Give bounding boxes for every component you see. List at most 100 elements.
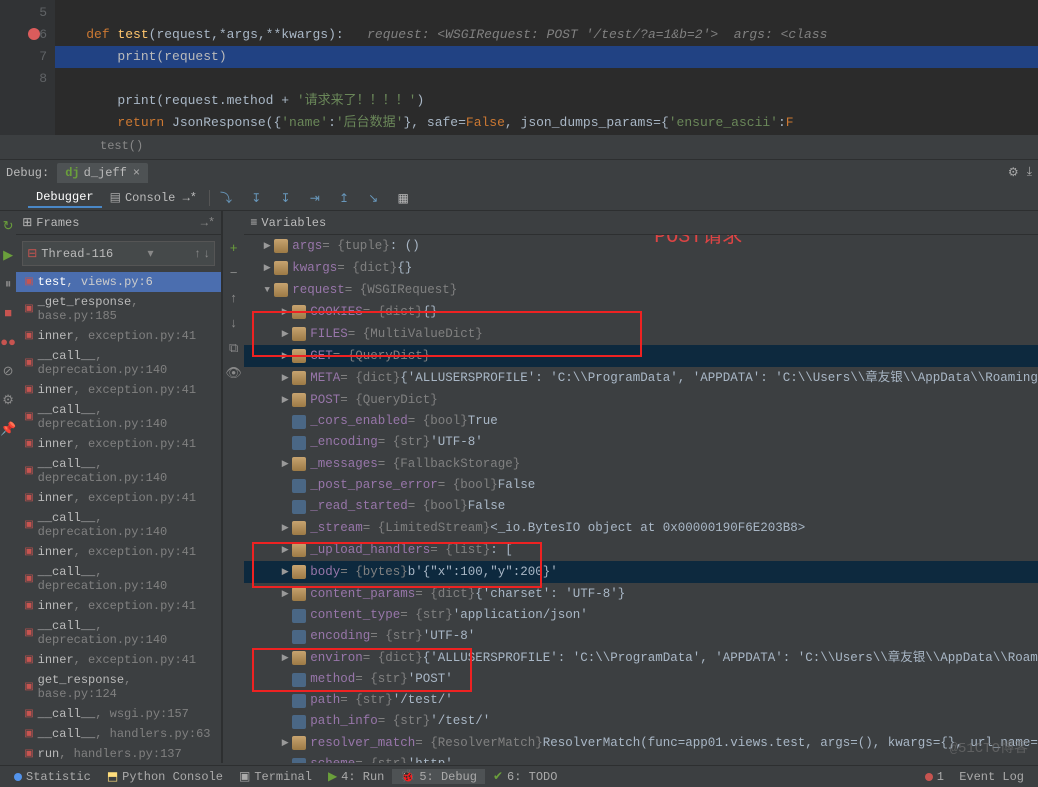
frame-item[interactable]: ▣__call__, deprecation.py:140 [16,562,221,596]
expand-icon[interactable] [278,323,292,345]
variable-row[interactable]: _post_parse_error = {bool} False [244,475,1038,496]
debug-config-tab[interactable]: djd_jeff× [57,163,148,183]
frame-item[interactable]: ▣__call__, deprecation.py:140 [16,508,221,542]
debug-tool[interactable]: 🐞5: Debug [392,769,485,784]
event-log[interactable]: 1 Event Log [917,770,1032,784]
duplicate-icon[interactable]: ⧉ [229,341,238,356]
expand-icon[interactable] [278,453,292,475]
frame-item[interactable]: ▣inner, exception.py:41 [16,326,221,346]
variable-row[interactable]: method = {str} 'POST' [244,669,1038,690]
variable-row[interactable]: request = {WSGIRequest} [244,279,1038,301]
frame-item[interactable]: ▣run, handlers.py:137 [16,744,221,763]
step-over-icon[interactable]: ⤵ [220,192,232,206]
frame-item[interactable]: ▣inner, exception.py:41 [16,596,221,616]
evaluate-icon[interactable]: ▦ [398,192,409,206]
expand-icon[interactable] [278,732,292,754]
variable-row[interactable]: encoding = {str} 'UTF-8' [244,626,1038,647]
variable-row[interactable]: FILES = {MultiValueDict} [244,323,1038,345]
frame-item[interactable]: ▣inner, exception.py:41 [16,488,221,508]
pin-icon-2[interactable]: 📌 [0,422,16,437]
variable-row[interactable]: _read_started = {bool} False [244,496,1038,517]
pin-icon[interactable]: ⤓ [1027,165,1032,180]
expand-icon[interactable] [260,257,274,279]
run-tool[interactable]: ▶4: Run [320,769,392,784]
expand-icon[interactable] [278,539,292,561]
variable-row[interactable]: environ = {dict} {'ALLUSERSPROFILE': 'C:… [244,647,1038,669]
mute-breakpoints-icon[interactable]: ⊘ [3,364,14,379]
frame-item[interactable]: ▣inner, exception.py:41 [16,434,221,454]
show-watches-icon[interactable]: 👁 [225,366,242,381]
variable-row[interactable]: path = {str} '/test/' [244,690,1038,711]
frame-item[interactable]: ▣inner, exception.py:41 [16,380,221,400]
variable-row[interactable]: GET = {QueryDict} [244,345,1038,367]
down-icon[interactable]: ↓ [230,316,238,331]
statistic-tool[interactable]: Statistic [6,770,99,784]
frame-item[interactable]: ▣__call__, deprecation.py:140 [16,346,221,380]
frame-item[interactable]: ▣__call__, handlers.py:63 [16,724,221,744]
variable-row[interactable]: kwargs = {dict} {} [244,257,1038,279]
variable-row[interactable]: META = {dict} {'ALLUSERSPROFILE': 'C:\\P… [244,367,1038,389]
expand-icon[interactable] [278,561,292,583]
thread-selector[interactable]: ⊟Thread-116 ▾ ↑↓ [22,241,215,266]
variable-row[interactable]: _stream = {LimitedStream} <_io.BytesIO o… [244,517,1038,539]
prev-frame-icon[interactable]: ↑ [194,247,201,261]
force-step-icon[interactable]: ⇥ [310,192,320,206]
expand-icon[interactable] [278,389,292,411]
close-icon[interactable]: × [133,166,140,180]
expand-icon[interactable] [260,279,274,301]
step-into-my-icon[interactable]: ↧ [280,192,290,206]
breakpoint-icon[interactable] [28,28,40,40]
variable-row[interactable]: _encoding = {str} 'UTF-8' [244,432,1038,453]
console-tab[interactable]: ▤Console →* [102,188,205,207]
variable-row[interactable]: resolver_match = {ResolverMatch} Resolve… [244,732,1038,754]
expand-icon[interactable] [278,517,292,539]
step-out-icon[interactable]: ↥ [339,192,349,206]
variable-row[interactable]: _cors_enabled = {bool} True [244,411,1038,432]
frame-list[interactable]: ▣test, views.py:6▣_get_response, base.py… [16,272,221,763]
variable-row[interactable]: body = {bytes} b'{"x":100,"y":200}' [244,561,1038,583]
frame-item[interactable]: ▣__call__, deprecation.py:140 [16,454,221,488]
expand-icon[interactable] [278,647,292,669]
variables-tree[interactable]: POST请求 args = {tuple} : ()kwargs = {dict… [244,235,1038,763]
variable-row[interactable]: path_info = {str} '/test/' [244,711,1038,732]
todo-tool[interactable]: ✔6: TODO [485,769,565,784]
variable-row[interactable]: COOKIES = {dict} {} [244,301,1038,323]
variable-row[interactable]: args = {tuple} : () [244,235,1038,257]
expand-icon[interactable] [278,583,292,605]
variable-row[interactable]: content_type = {str} 'application/json' [244,605,1038,626]
pause-icon[interactable]: ⏸ [5,277,12,292]
add-watch-icon[interactable]: + [230,241,238,256]
frames-menu-icon[interactable]: →* [201,216,215,230]
gear-icon[interactable]: ⚙ [1008,165,1019,180]
frame-item[interactable]: ▣__call__, deprecation.py:140 [16,400,221,434]
frame-item[interactable]: ▣inner, exception.py:41 [16,650,221,670]
terminal-tool[interactable]: ▣Terminal [231,769,320,784]
frame-item[interactable]: ▣__call__, wsgi.py:157 [16,704,221,724]
resume-icon[interactable]: ▶ [3,248,13,263]
variable-row[interactable]: POST = {QueryDict} [244,389,1038,411]
expand-icon[interactable] [278,345,292,367]
next-frame-icon[interactable]: ↓ [203,247,210,261]
python-console-tool[interactable]: ⬒Python Console [99,769,231,784]
frame-item[interactable]: ▣get_response, base.py:124 [16,670,221,704]
code-area[interactable]: def test(request,*args,**kwargs): reques… [55,0,1038,135]
run-to-cursor-icon[interactable]: ↘ [368,192,378,206]
variable-row[interactable]: _upload_handlers = {list} : [ [244,539,1038,561]
expand-icon[interactable] [260,235,274,257]
settings-icon[interactable]: ⚙ [2,393,14,408]
step-into-icon[interactable]: ↧ [251,192,261,206]
variable-row[interactable]: scheme = {str} 'http' [244,754,1038,763]
variable-row[interactable]: _messages = {FallbackStorage} [244,453,1038,475]
variable-row[interactable]: content_params = {dict} {'charset': 'UTF… [244,583,1038,605]
remove-watch-icon[interactable]: − [230,266,238,281]
frame-item[interactable]: ▣_get_response, base.py:185 [16,292,221,326]
stop-icon[interactable]: ■ [4,306,12,321]
view-breakpoints-icon[interactable]: ●● [0,335,16,350]
rerun-icon[interactable]: ↻ [3,219,14,234]
debugger-tab[interactable]: Debugger [28,188,102,208]
expand-icon[interactable] [278,301,292,323]
frame-item[interactable]: ▣test, views.py:6 [16,272,221,292]
up-icon[interactable]: ↑ [230,291,238,306]
expand-icon[interactable] [278,367,292,389]
frame-item[interactable]: ▣__call__, deprecation.py:140 [16,616,221,650]
